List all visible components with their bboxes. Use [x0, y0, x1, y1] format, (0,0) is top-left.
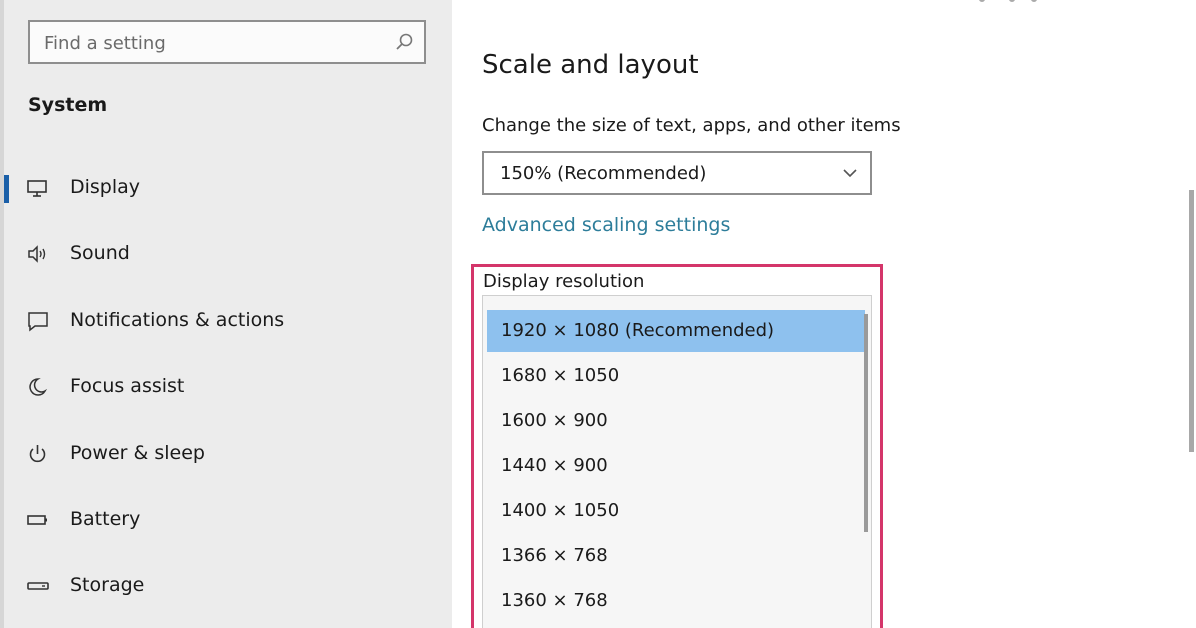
message-icon — [28, 312, 48, 332]
sidebar-item-power-sleep[interactable]: Power & sleep — [0, 429, 452, 479]
resolution-dropdown-list[interactable]: 1920 × 1080 (Recommended) 1680 × 1050 16… — [482, 295, 872, 628]
sidebar-item-label: Display — [70, 176, 141, 198]
page-scrollbar[interactable] — [1189, 190, 1194, 452]
advanced-scaling-link[interactable]: Advanced scaling settings — [482, 214, 730, 236]
search-box[interactable] — [28, 20, 426, 64]
scale-dropdown[interactable]: 150% (Recommended) — [482, 151, 872, 195]
sidebar-item-notifications[interactable]: Notifications & actions — [0, 296, 452, 346]
partial-header-glyphs — [979, 0, 1037, 2]
sidebar-item-display[interactable]: Display — [0, 163, 452, 213]
search-icon[interactable] — [394, 32, 414, 52]
sidebar-item-label: Storage — [70, 574, 145, 596]
sidebar-item-label: Focus assist — [70, 375, 185, 397]
resolution-option[interactable]: 1600 × 900 — [487, 400, 865, 442]
sidebar-item-focus-assist[interactable]: Focus assist — [0, 362, 452, 412]
sidebar-item-battery[interactable]: Battery — [0, 495, 452, 545]
sidebar-item-label: Notifications & actions — [70, 309, 285, 331]
section-title: Scale and layout — [482, 50, 699, 80]
speaker-icon — [28, 245, 46, 263]
resolution-option[interactable]: 1366 × 768 — [487, 535, 865, 577]
resolution-option[interactable]: 1400 × 1050 — [487, 490, 865, 532]
sidebar-item-label: Power & sleep — [70, 442, 205, 464]
sidebar: System Display Sound Notifi — [0, 0, 452, 628]
chevron-down-icon — [843, 169, 857, 178]
sidebar-item-label: Sound — [70, 242, 130, 264]
resolution-label: Display resolution — [483, 271, 645, 292]
resolution-option[interactable]: 1920 × 1080 (Recommended) — [487, 310, 865, 352]
settings-window: System Display Sound Notifi — [0, 0, 1196, 628]
moon-icon — [29, 378, 48, 396]
sidebar-section-title: System — [28, 94, 108, 116]
sidebar-item-sound[interactable]: Sound — [0, 229, 452, 279]
battery-icon — [27, 515, 47, 525]
main-content: Scale and layout Change the size of text… — [452, 0, 1196, 628]
monitor-icon — [27, 180, 47, 197]
storage-icon — [27, 582, 49, 590]
search-input[interactable] — [44, 30, 374, 56]
resolution-option[interactable]: 1360 × 768 — [487, 580, 865, 622]
scale-dropdown-value: 150% (Recommended) — [500, 163, 707, 184]
sidebar-item-storage[interactable]: Storage — [0, 561, 452, 611]
sidebar-item-label: Battery — [70, 508, 141, 530]
resolution-option[interactable]: 1680 × 1050 — [487, 355, 865, 397]
scale-label: Change the size of text, apps, and other… — [482, 115, 901, 136]
active-indicator — [4, 175, 9, 203]
list-scrollbar[interactable] — [864, 314, 868, 532]
power-icon — [29, 445, 46, 463]
resolution-option[interactable]: 1440 × 900 — [487, 445, 865, 487]
